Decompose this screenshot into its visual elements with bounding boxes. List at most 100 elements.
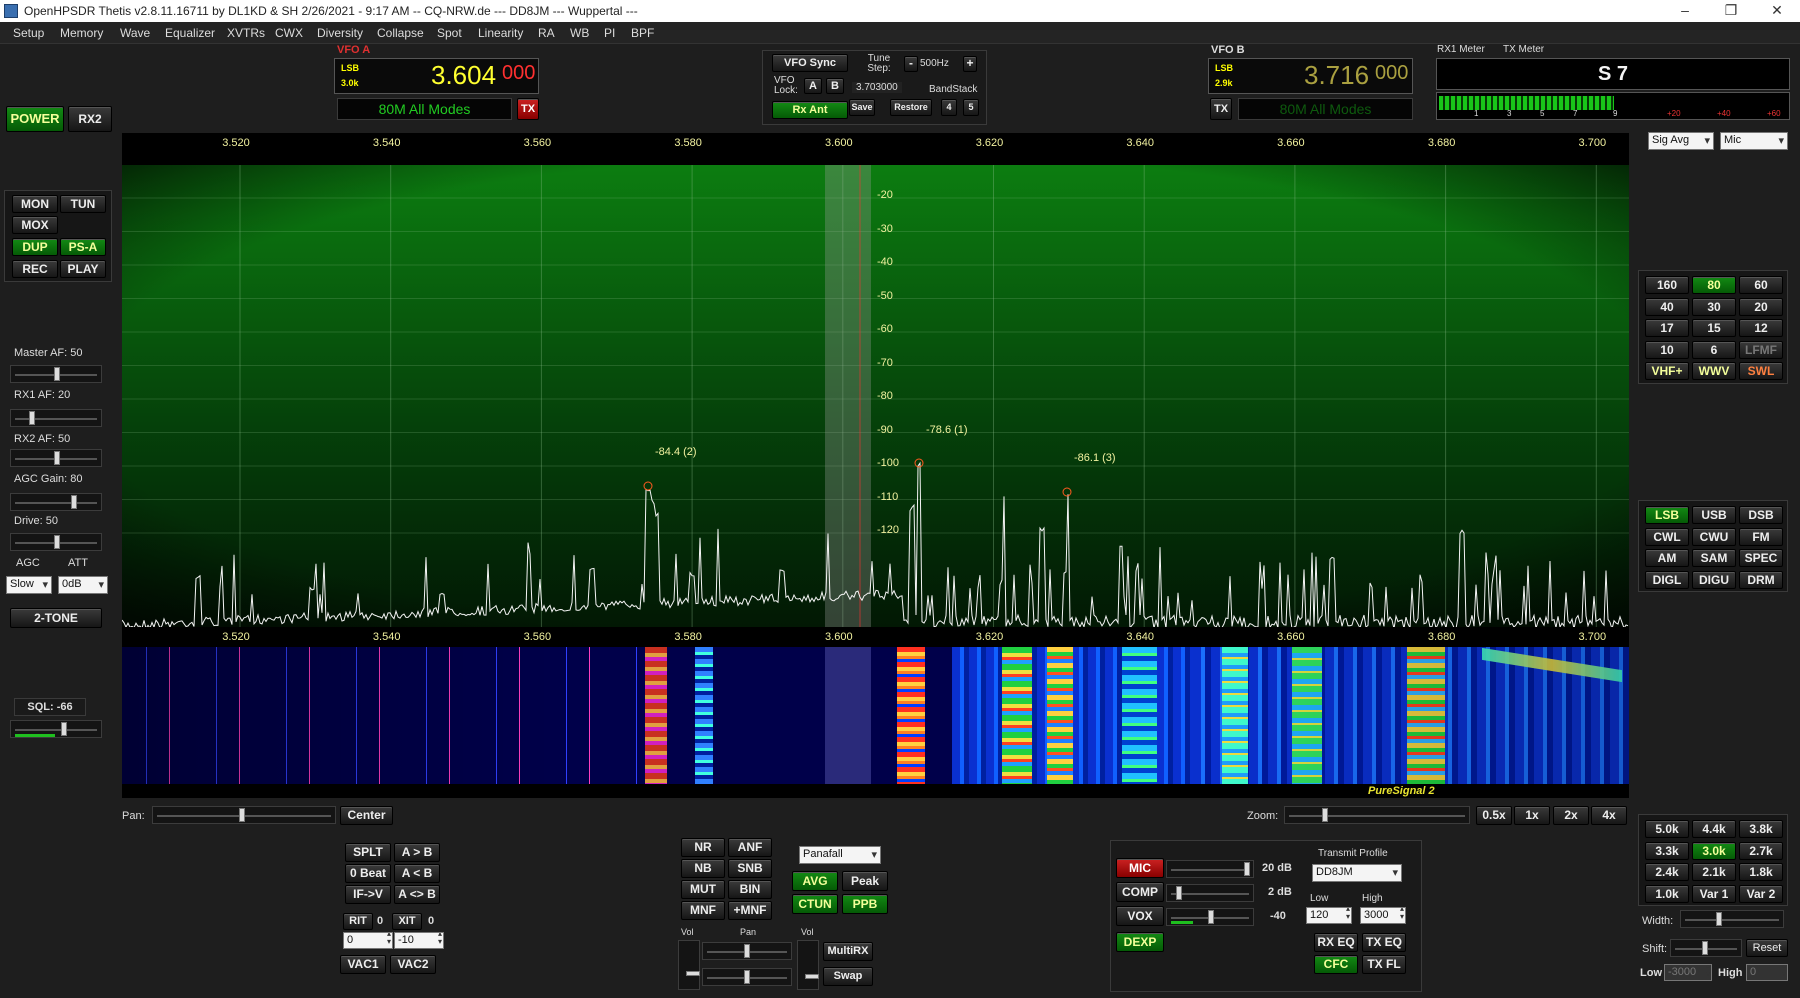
- tune-step-down-button[interactable]: -: [904, 56, 918, 72]
- vfo-lock-a-button[interactable]: A: [804, 78, 822, 94]
- a-to-b-button[interactable]: A > B: [394, 843, 440, 862]
- vac2-button[interactable]: VAC2: [390, 955, 436, 974]
- mode-cwl-button[interactable]: CWL: [1645, 527, 1689, 546]
- mnf-button[interactable]: MNF: [681, 901, 725, 920]
- rx2-vol-thumb[interactable]: [805, 974, 819, 979]
- bandstack-save-button[interactable]: Save: [849, 99, 875, 116]
- plus-mnf-button[interactable]: +MNF: [728, 901, 772, 920]
- ppb-button[interactable]: PPB: [842, 894, 888, 914]
- rit-spinner[interactable]: 0: [343, 932, 393, 949]
- master-af-thumb[interactable]: [54, 367, 60, 381]
- zoom-half-button[interactable]: 0.5x: [1476, 806, 1512, 825]
- filter-high-spinner[interactable]: 0: [1746, 964, 1788, 981]
- filter-var-1-button[interactable]: Var 1: [1692, 884, 1736, 903]
- rx-ant-button[interactable]: Rx Ant: [772, 101, 848, 119]
- rx2-af-slider[interactable]: [10, 449, 102, 467]
- multirx-button[interactable]: MultiRX: [823, 942, 873, 961]
- filter-3-0k-button[interactable]: 3.0k: [1692, 841, 1736, 860]
- dexp-button[interactable]: DEXP: [1116, 932, 1164, 952]
- peak-button[interactable]: Peak: [842, 871, 888, 891]
- snb-button[interactable]: SNB: [728, 859, 772, 878]
- vfo-b-frequency[interactable]: 3.716: [1304, 60, 1369, 91]
- nr-button[interactable]: NR: [681, 838, 725, 857]
- band-160-button[interactable]: 160: [1645, 276, 1689, 294]
- band-40-button[interactable]: 40: [1645, 297, 1689, 316]
- zoom-thumb[interactable]: [1322, 808, 1328, 822]
- two-tone-button[interactable]: 2-TONE: [10, 608, 102, 628]
- bandstack-5-button[interactable]: 5: [963, 99, 979, 116]
- xit-spinner[interactable]: -10: [394, 932, 444, 949]
- tx-filter-low-spinner[interactable]: 120: [1306, 907, 1352, 924]
- band-17-button[interactable]: 17: [1645, 319, 1689, 337]
- zoom-slider[interactable]: [1284, 806, 1470, 824]
- filter-4-4k-button[interactable]: 4.4k: [1692, 820, 1736, 838]
- filter-low-spinner[interactable]: -3000: [1664, 964, 1712, 981]
- menu-wave[interactable]: Wave: [120, 26, 150, 40]
- band-vhf-plus-button[interactable]: VHF+: [1645, 362, 1689, 380]
- if-to-v-button[interactable]: IF->V: [345, 885, 391, 904]
- mode-dsb-button[interactable]: DSB: [1739, 506, 1783, 524]
- rit-button[interactable]: RIT: [343, 913, 373, 930]
- cfc-button[interactable]: CFC: [1314, 955, 1358, 974]
- filter-1-8k-button[interactable]: 1.8k: [1739, 863, 1783, 881]
- minimize-button[interactable]: –: [1662, 0, 1708, 22]
- filter-2-1k-button[interactable]: 2.1k: [1692, 863, 1736, 881]
- filter-var-2-button[interactable]: Var 2: [1739, 884, 1783, 903]
- tx-meter-mode-select[interactable]: Mic: [1720, 132, 1788, 150]
- maximize-button[interactable]: ❐: [1708, 0, 1754, 22]
- rx2-vol-slider[interactable]: [797, 940, 819, 990]
- swap-button[interactable]: Swap: [823, 967, 873, 986]
- zoom-4x-button[interactable]: 4x: [1591, 806, 1627, 825]
- mode-usb-button[interactable]: USB: [1692, 506, 1736, 524]
- vfo-b-frequency-sub[interactable]: 000: [1375, 62, 1408, 85]
- swap-ab-button[interactable]: A <> B: [394, 885, 440, 904]
- waterfall-panel[interactable]: [122, 647, 1629, 784]
- play-button[interactable]: PLAY: [60, 260, 106, 278]
- band-wwv-button[interactable]: WWV: [1692, 362, 1736, 380]
- filter-shift-thumb[interactable]: [1702, 941, 1708, 955]
- mode-digu-button[interactable]: DIGU: [1692, 570, 1736, 589]
- mic-button[interactable]: MIC: [1116, 858, 1164, 878]
- vfo-a-frequency[interactable]: 3.604: [431, 60, 496, 91]
- agc-gain-slider[interactable]: [10, 493, 102, 511]
- squelch-slider[interactable]: [10, 720, 102, 738]
- filter-2-4k-button[interactable]: 2.4k: [1645, 863, 1689, 881]
- menu-equalizer[interactable]: Equalizer: [165, 26, 215, 40]
- mic-gain-thumb[interactable]: [1244, 862, 1250, 876]
- rx-pan-slider-1[interactable]: [702, 942, 792, 960]
- band-15-button[interactable]: 15: [1692, 319, 1736, 337]
- rx2-af-thumb[interactable]: [54, 451, 60, 465]
- mode-lsb-button[interactable]: LSB: [1645, 506, 1689, 524]
- filter-width-thumb[interactable]: [1716, 912, 1722, 926]
- pan-thumb[interactable]: [239, 808, 245, 822]
- rx-meter-mode-select[interactable]: Sig Avg: [1648, 132, 1714, 150]
- mode-am-button[interactable]: AM: [1645, 549, 1689, 567]
- filter-2-7k-button[interactable]: 2.7k: [1739, 841, 1783, 860]
- vfo-b-tx-button[interactable]: TX: [1210, 98, 1232, 120]
- band-lfmf-button[interactable]: LFMF: [1739, 340, 1783, 359]
- vfo-sync-button[interactable]: VFO Sync: [772, 54, 848, 72]
- ps-a-button[interactable]: PS-A: [60, 238, 106, 256]
- vfo-lock-b-button[interactable]: B: [826, 78, 844, 94]
- menu-wb[interactable]: WB: [570, 26, 589, 40]
- rx1-af-thumb[interactable]: [28, 411, 35, 425]
- mode-spec-button[interactable]: SPEC: [1739, 549, 1783, 567]
- rx-pan-thumb-1[interactable]: [744, 944, 750, 958]
- mode-fm-button[interactable]: FM: [1739, 527, 1783, 546]
- anf-button[interactable]: ANF: [728, 838, 772, 857]
- band-80-button[interactable]: 80: [1692, 276, 1736, 294]
- mode-drm-button[interactable]: DRM: [1739, 570, 1783, 589]
- band-swl-button[interactable]: SWL: [1739, 362, 1783, 380]
- bandstack-restore-button[interactable]: Restore: [890, 99, 932, 116]
- split-button[interactable]: SPLT: [345, 843, 391, 862]
- mode-sam-button[interactable]: SAM: [1692, 549, 1736, 567]
- rx1-vol-slider[interactable]: [678, 940, 700, 990]
- band-6-button[interactable]: 6: [1692, 340, 1736, 359]
- filter-5-0k-button[interactable]: 5.0k: [1645, 820, 1689, 838]
- mode-digl-button[interactable]: DIGL: [1645, 570, 1689, 589]
- close-button[interactable]: ✕: [1754, 0, 1800, 22]
- drive-thumb[interactable]: [54, 535, 60, 549]
- menu-collapse[interactable]: Collapse: [377, 26, 424, 40]
- mox-button[interactable]: MOX: [12, 216, 58, 234]
- rec-button[interactable]: REC: [12, 260, 58, 278]
